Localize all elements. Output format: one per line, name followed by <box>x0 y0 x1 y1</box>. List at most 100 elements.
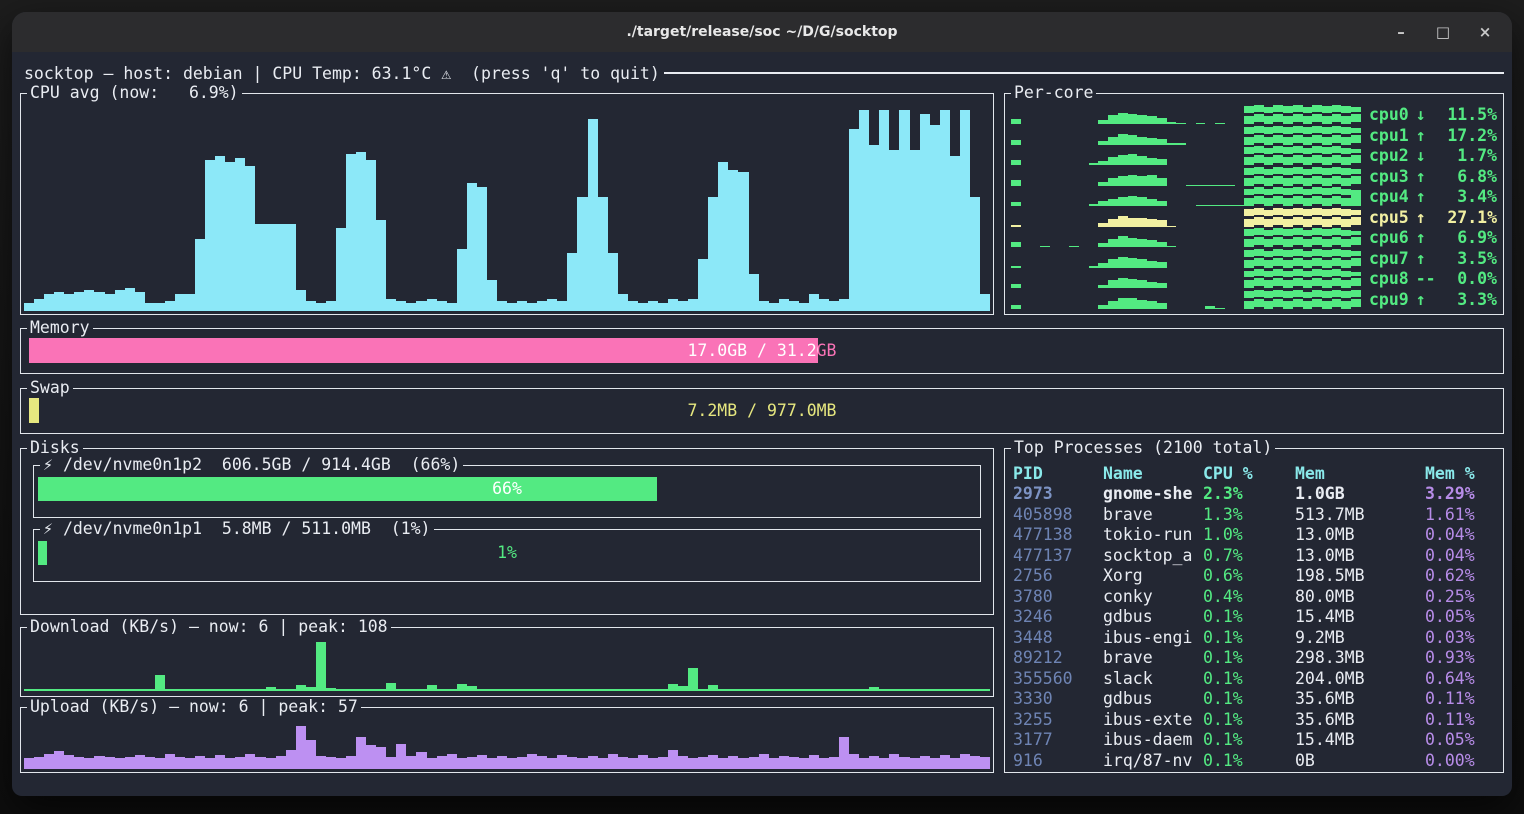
table-cell: 355560 <box>1013 668 1103 689</box>
cpu-avg-panel: CPU avg (now: 6.9%) <box>20 93 994 315</box>
bar <box>44 754 54 769</box>
close-button[interactable]: × <box>1472 19 1498 45</box>
bar <box>507 758 517 769</box>
per-core-sparkline <box>1011 269 1361 288</box>
bar <box>467 183 477 311</box>
bar <box>427 758 437 769</box>
bar <box>668 299 678 311</box>
bar <box>115 689 125 691</box>
maximize-button[interactable]: □ <box>1430 19 1456 45</box>
memory-gauge: 17.0GB / 31.2GB17.0GB / 31.2GB <box>29 338 1495 363</box>
bar <box>869 756 879 769</box>
bar <box>1157 201 1167 207</box>
bar <box>718 689 728 691</box>
bar <box>910 150 920 311</box>
bar <box>266 224 276 311</box>
gauge-fill: 66% <box>38 477 657 501</box>
bar <box>1254 187 1264 206</box>
bar <box>1273 290 1283 309</box>
table-row: 89212brave0.1%298.3MB0.93% <box>1013 648 1495 669</box>
bar <box>789 301 799 311</box>
bar <box>1283 127 1293 145</box>
bar <box>769 303 779 311</box>
bar <box>819 758 829 769</box>
bar <box>1322 270 1332 288</box>
bar <box>1283 147 1293 165</box>
bar <box>1332 146 1342 165</box>
trend-arrow-icon: ↑ <box>1416 167 1426 186</box>
table-row: 3448ibus-engi0.1%9.2MB0.03% <box>1013 627 1495 648</box>
per-core-row: cpu4↑3.4% <box>1011 187 1497 206</box>
bar <box>1341 189 1351 206</box>
bar <box>296 726 306 769</box>
bar <box>457 249 467 311</box>
table-row: 405898brave1.3%513.7MB1.61% <box>1013 504 1495 525</box>
disk-item-nvme0n1p2: ⚡/dev/nvme0n1p2 606.5GB / 914.4GB (66%) … <box>33 465 981 518</box>
table-row: 2973gnome-she2.3%1.0GB3.29% <box>1013 484 1495 505</box>
bar <box>145 303 155 311</box>
bar <box>1303 292 1313 309</box>
lightning-icon: ⚡ <box>43 455 53 475</box>
bar <box>1098 141 1108 144</box>
bar <box>1098 161 1108 165</box>
bar <box>1341 168 1351 185</box>
bar <box>286 689 296 691</box>
bar <box>1293 208 1303 227</box>
bar <box>1157 159 1167 165</box>
bar <box>1128 154 1138 165</box>
bar <box>688 758 698 769</box>
bar <box>155 303 165 311</box>
bar <box>437 301 447 311</box>
bar <box>1351 231 1361 248</box>
bar <box>24 758 34 769</box>
bar <box>1108 137 1118 145</box>
bar <box>64 294 74 311</box>
bar <box>386 757 396 769</box>
bar <box>1040 246 1050 247</box>
bar <box>487 758 497 769</box>
bar <box>195 756 205 769</box>
table-cell: 2.3% <box>1203 484 1295 505</box>
bar <box>245 689 255 691</box>
bar <box>1108 239 1118 248</box>
bar <box>1098 305 1108 309</box>
bar <box>738 758 748 769</box>
bar <box>74 757 84 769</box>
core-name: cpu3 <box>1369 167 1409 186</box>
bar <box>1108 219 1118 227</box>
table-cell: gdbus <box>1103 607 1203 628</box>
table-cell: 80.0MB <box>1295 586 1425 607</box>
bar <box>648 758 658 769</box>
bar <box>1157 220 1167 227</box>
bar <box>779 756 789 769</box>
bar <box>135 689 145 691</box>
minimize-button[interactable]: – <box>1388 19 1414 45</box>
bar <box>769 689 779 691</box>
table-cell: 0.11% <box>1425 689 1495 710</box>
bar <box>1137 259 1147 268</box>
bar <box>849 754 859 769</box>
trend-arrow-icon: ↓ <box>1416 105 1426 124</box>
bar <box>779 299 789 311</box>
per-core-sparkline <box>1011 187 1361 206</box>
bar <box>819 299 829 311</box>
bar <box>698 689 708 691</box>
table-row: 3330gdbus0.1%35.6MB0.11% <box>1013 689 1495 710</box>
bar <box>1303 169 1313 186</box>
bar <box>306 687 316 691</box>
memory-panel: Memory 17.0GB / 31.2GB17.0GB / 31.2GB <box>20 328 1504 374</box>
bar <box>708 197 718 311</box>
bar <box>879 110 889 311</box>
bar <box>638 755 648 769</box>
table-cell: 3448 <box>1013 627 1103 648</box>
table-cell: 477138 <box>1013 525 1103 546</box>
bar <box>1332 290 1342 309</box>
bar <box>255 757 265 769</box>
bar <box>1108 115 1118 124</box>
bar <box>920 114 930 311</box>
bar <box>608 689 618 691</box>
bottom-row: Disks ⚡/dev/nvme0n1p2 606.5GB / 914.4GB … <box>20 448 1504 773</box>
window-titlebar[interactable]: ./target/release/soc ~/D/G/socktop – □ × <box>12 12 1512 52</box>
table-cell: 1.61% <box>1425 504 1495 525</box>
bar <box>1137 300 1147 309</box>
